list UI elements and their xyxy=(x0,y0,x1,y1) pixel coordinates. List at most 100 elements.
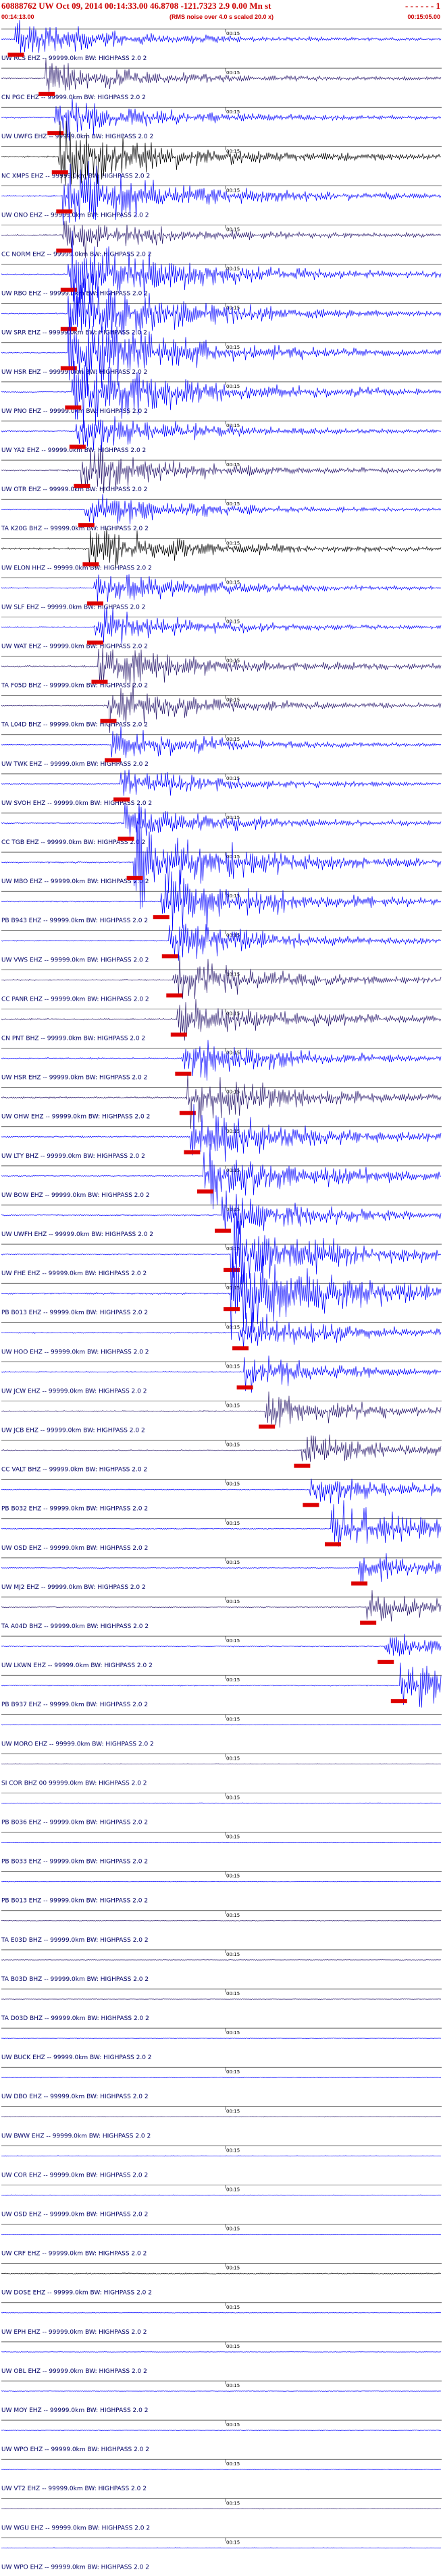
trace-label: UW JCB EHZ -- 99999.0km BW: HIGHPASS 2.0… xyxy=(1,1428,145,1434)
phase-pick-marker xyxy=(236,1385,253,1390)
trace-label: SI COR BHZ 00 99999.0km BW: HIGHPASS 2.0… xyxy=(1,1780,147,1787)
trace-label: PB B937 EHZ -- 99999.0km BW: HIGHPASS 2.… xyxy=(1,1702,148,1708)
phase-pick-marker xyxy=(82,562,99,567)
phase-pick-marker xyxy=(91,679,108,684)
phase-pick-marker xyxy=(86,640,103,645)
time-tick-label: 00:15 xyxy=(226,2069,240,2075)
trace-label: CN PNT BHZ -- 99999.0km BW: HIGHPASS 2.0… xyxy=(1,1036,145,1042)
trace-label: CC VALT BHZ -- 99999.0km BW: HIGHPASS 2.… xyxy=(1,1467,147,1474)
time-tick-label: 00:15 xyxy=(226,1952,240,1957)
time-tick-label: 00:15 xyxy=(226,70,240,76)
waveform-trace xyxy=(1,1880,442,1882)
phase-pick-marker xyxy=(74,484,90,488)
waveform-trace xyxy=(1,2351,442,2353)
time-tick-label: 00:15 xyxy=(226,1991,240,1996)
trace-label: UW VWS EHZ -- 99999.0km BW: HIGHPASS 2.0… xyxy=(1,957,149,963)
time-tick-label: 00:15 xyxy=(226,31,240,36)
phase-pick-marker xyxy=(179,1111,196,1115)
phase-pick-marker xyxy=(7,53,24,57)
trace-label: UW EPH EHZ -- 99999.0km BW: HIGHPASS 2.0… xyxy=(1,2329,147,2336)
waveform-trace xyxy=(1,2390,442,2392)
trace-label: TA A04D BHZ -- 99999.0km BW: HIGHPASS 2.… xyxy=(1,1623,149,1630)
time-tick-label: 00:15 xyxy=(226,1677,240,1683)
phase-pick-marker xyxy=(118,837,134,841)
time-tick-label: 00:15 xyxy=(226,776,240,781)
waveform-trace xyxy=(1,1478,442,1505)
waveform-trace xyxy=(1,1662,442,1708)
time-tick-label: 00:15 xyxy=(226,698,240,703)
time-tick-label: 00:15 xyxy=(226,1521,240,1526)
trace-label: PB B032 EHZ -- 99999.0km BW: HIGHPASS 2.… xyxy=(1,1506,148,1513)
waveform-trace xyxy=(1,803,442,837)
phase-pick-marker xyxy=(351,1581,368,1586)
phase-pick-marker xyxy=(126,876,143,880)
time-tick-label: 00:15 xyxy=(226,1324,240,1330)
time-tick-label: 00:15 xyxy=(226,619,240,625)
trace-label: UW BUCK EHZ -- 99999.0km BW: HIGHPASS 2.… xyxy=(1,2054,152,2061)
waveform-trace xyxy=(1,59,442,92)
waveform-trace xyxy=(1,606,442,644)
phase-pick-marker xyxy=(161,954,178,959)
time-tick-label: 00:15 xyxy=(226,1874,240,1879)
time-tick-label: 00:15 xyxy=(226,423,240,428)
phase-pick-marker xyxy=(105,758,121,762)
time-tick-label: 00:15 xyxy=(226,2500,240,2506)
trace-label: UW JCW EHZ -- 99999.0km BW: HIGHPASS 2.0… xyxy=(1,1388,147,1395)
time-tick-label: 00:15 xyxy=(226,227,240,233)
phase-pick-marker xyxy=(215,1229,231,1233)
waveform-trace xyxy=(1,2312,442,2314)
waveform-trace xyxy=(1,2272,442,2275)
phase-pick-marker xyxy=(65,405,82,410)
time-tick-label: 00:15 xyxy=(226,384,240,389)
phase-pick-marker xyxy=(47,131,64,136)
time-tick-label: 00:15 xyxy=(226,2148,240,2153)
phase-pick-marker xyxy=(38,92,55,96)
time-tick-label: 00:15 xyxy=(226,501,240,507)
trace-label: PB B943 EHZ -- 99999.0km BW: HIGHPASS 2.… xyxy=(1,918,148,924)
waveform-trace xyxy=(1,574,442,603)
waveform-trace xyxy=(1,1252,442,1340)
trace-label: UW MJ2 EHZ -- 99999.0km BW: HIGHPASS 2.0… xyxy=(1,1584,146,1591)
time-tick-label: 00:15 xyxy=(226,1482,240,1487)
time-tick-label: 00:15 xyxy=(226,1364,240,1369)
waveform-trace xyxy=(1,416,442,451)
phase-pick-marker xyxy=(153,915,170,920)
trace-label: UW OSD EHZ -- 99999.0km BW: HIGHPASS 2.0… xyxy=(1,1545,148,1552)
waveform-trace xyxy=(1,726,442,758)
time-tick-label: 00:15 xyxy=(226,2187,240,2193)
time-tick-label: 00:15 xyxy=(226,1756,240,1761)
waveform-trace xyxy=(1,1355,442,1393)
time-tick-label: 00:15 xyxy=(226,2305,240,2310)
time-tick-label: 00:15 xyxy=(226,1835,240,1840)
waveform-trace xyxy=(1,1841,442,1843)
trace-label: TA E03D BHZ -- 99999.0km BW: HIGHPASS 2.… xyxy=(1,1937,149,1944)
waveform-trace xyxy=(1,1391,442,1428)
trace-label: UW OSD EHZ -- 99999.0km BW: HIGHPASS 2.0… xyxy=(1,2212,148,2218)
trace-label: UW LTY BHZ -- 99999.0km BW: HIGHPASS 2.0… xyxy=(1,1153,145,1160)
time-tick-label: 00:15 xyxy=(226,1403,240,1409)
time-tick-label: 00:15 xyxy=(226,345,240,350)
trace-label: PB B013 EHZ -- 99999.0km BW: HIGHPASS 2.… xyxy=(1,1898,148,1905)
time-tick-label: 00:15 xyxy=(226,2461,240,2467)
trace-label: UW OHW EHZ -- 99999.0km BW: HIGHPASS 2.0… xyxy=(1,1114,150,1121)
phase-pick-marker xyxy=(390,1699,407,1704)
time-tick-label: 00:15 xyxy=(226,2344,240,2349)
time-tick-label: 00:15 xyxy=(226,540,240,546)
trace-label: PB B013 EHZ -- 99999.0km BW: HIGHPASS 2.… xyxy=(1,1310,148,1316)
waveform-trace xyxy=(1,20,442,53)
time-tick-label: 00:15 xyxy=(226,815,240,820)
phase-pick-marker xyxy=(377,1660,394,1664)
trace-label: UW WPO EHZ -- 99999.0km BW: HIGHPASS 2.0… xyxy=(1,2564,149,2571)
waveform-trace xyxy=(1,1959,442,1961)
trace-label: UW VT2 EHZ -- 99999.0km BW: HIGHPASS 2.0… xyxy=(1,2486,147,2492)
time-tick-label: 00:15 xyxy=(226,1599,240,1604)
time-tick-label: 00:15 xyxy=(226,2540,240,2545)
time-tick-label: 00:15 xyxy=(226,2266,240,2271)
time-tick-label: 00:15 xyxy=(226,2383,240,2388)
waveform-trace xyxy=(1,2077,442,2079)
time-tick-label: 00:15 xyxy=(226,462,240,468)
trace-label: NC XMPS EHZ -- 99999.0km BW: HIGHPASS 2.… xyxy=(1,173,150,179)
waveform-trace xyxy=(1,1633,442,1656)
waveform-trace xyxy=(1,2233,442,2235)
phase-pick-marker xyxy=(56,248,73,253)
